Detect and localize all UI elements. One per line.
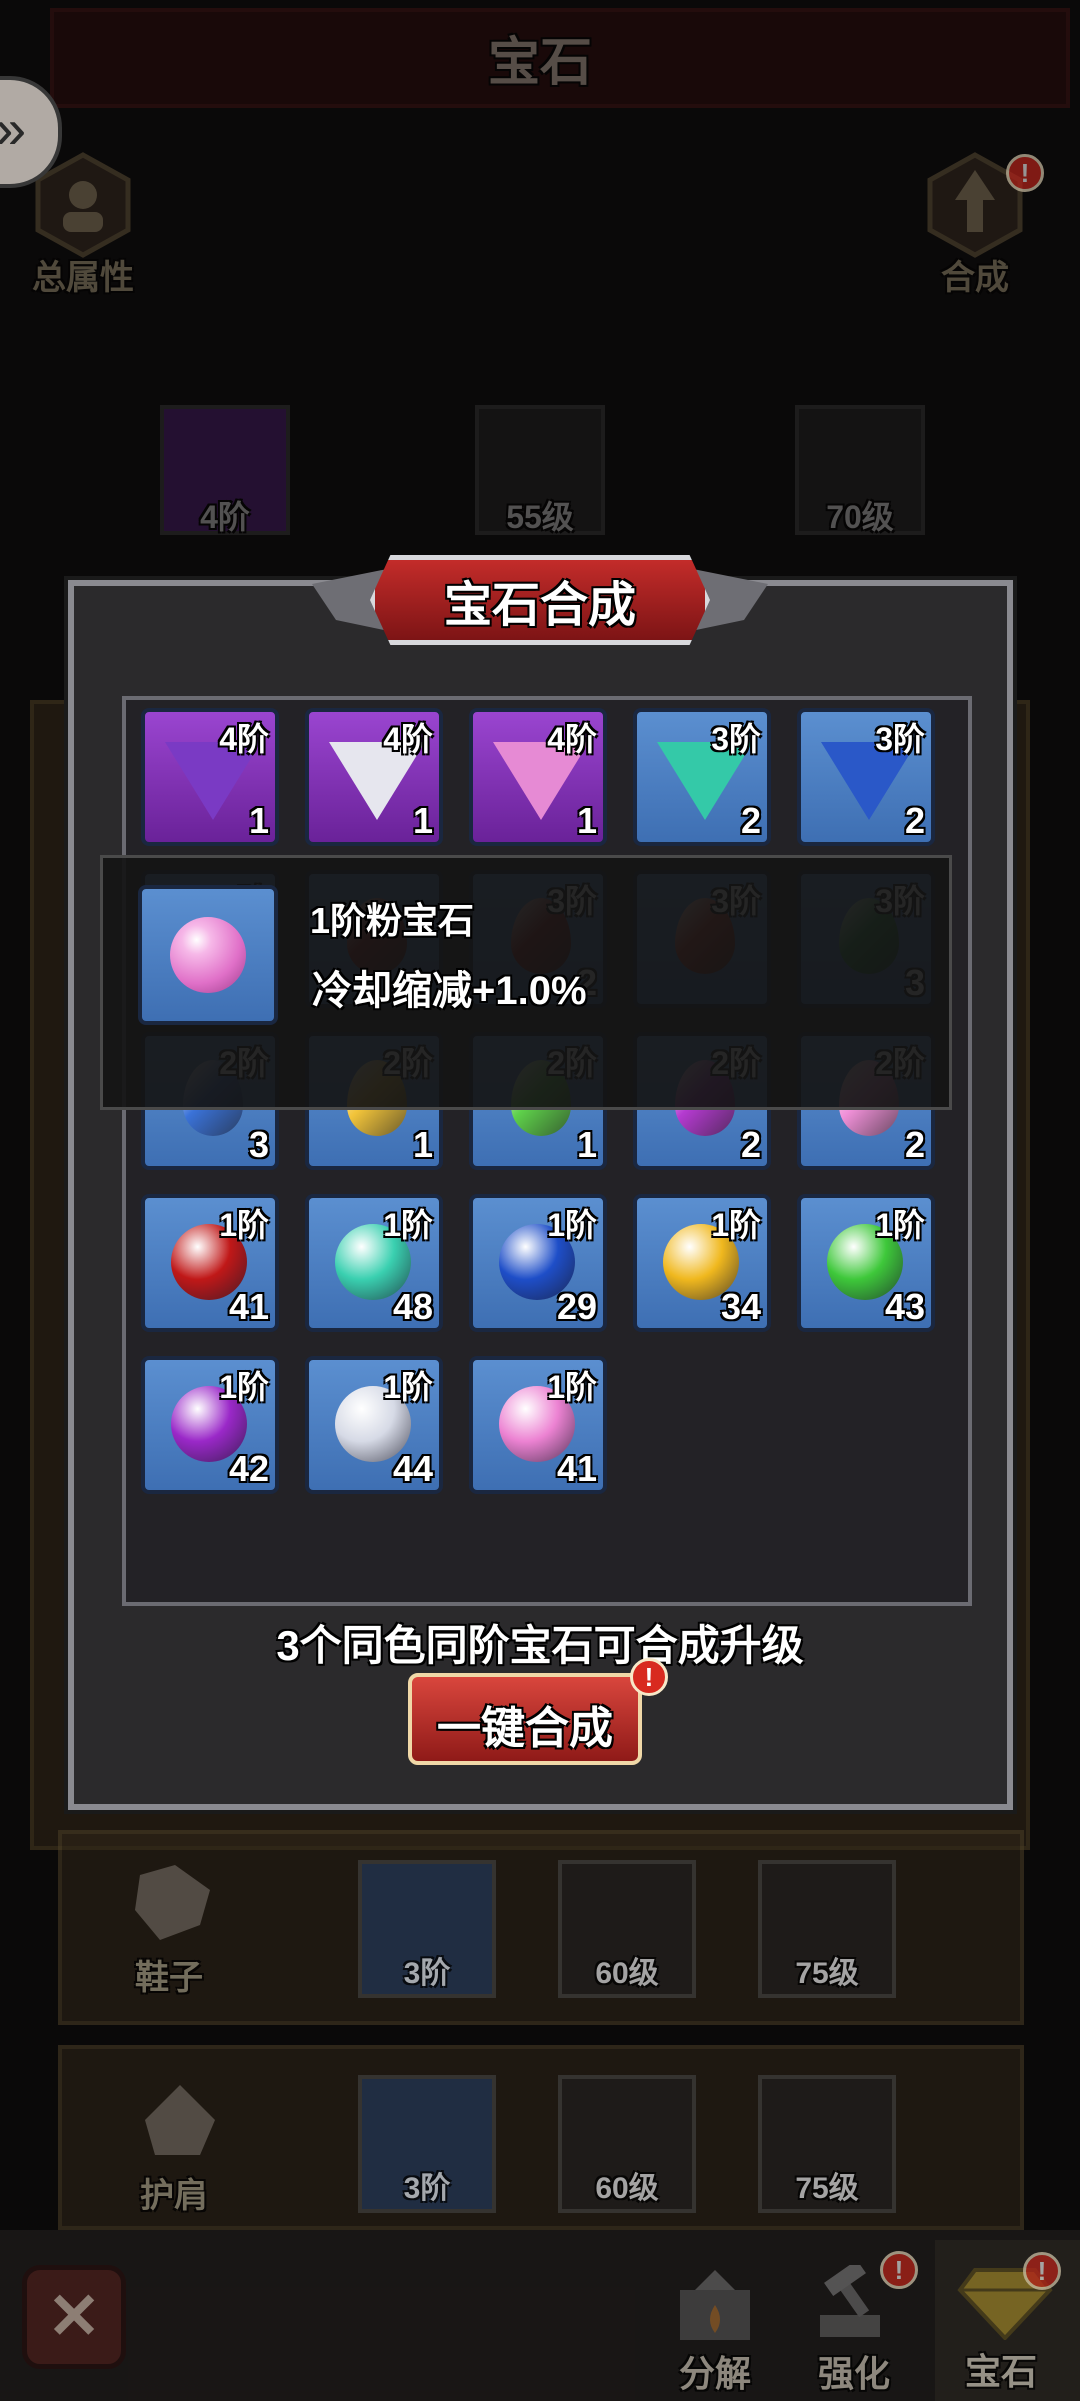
- gem-count-label: 2: [740, 1124, 761, 1165]
- gem-slot[interactable]: 1阶 43: [797, 1194, 935, 1332]
- merge-alert-icon: !: [630, 1658, 668, 1696]
- gem-slot[interactable]: 1阶 34: [633, 1194, 771, 1332]
- gem-count-label: 42: [228, 1448, 269, 1489]
- gem-tier-label: 4阶: [383, 721, 433, 757]
- gem-count-label: 29: [556, 1286, 597, 1327]
- gem-count-label: 1: [412, 1124, 433, 1165]
- gem-slot[interactable]: 1阶 44: [305, 1356, 443, 1494]
- gem-count-label: 48: [392, 1286, 433, 1327]
- gem-tier-label: 1阶: [547, 1207, 597, 1243]
- gem-count-label: 43: [884, 1286, 925, 1327]
- gem-slot[interactable]: 1阶 42: [141, 1356, 279, 1494]
- gem-slot[interactable]: 4阶 1: [305, 708, 443, 846]
- gem-count-label: 1: [248, 800, 269, 841]
- gem-tier-label: 1阶: [547, 1369, 597, 1405]
- gem-slot[interactable]: 1阶 41: [141, 1194, 279, 1332]
- gem-count-label: 41: [228, 1286, 269, 1327]
- gem-tier-label: 1阶: [875, 1207, 925, 1243]
- modal-title: 宝石合成: [443, 579, 636, 632]
- gem-slot[interactable]: 3阶 2: [633, 708, 771, 846]
- gem-count-label: 1: [576, 1124, 597, 1165]
- gem-count-label: 34: [720, 1286, 761, 1327]
- tooltip-gem-slot: [138, 885, 278, 1025]
- gem-slot[interactable]: 1阶 41: [469, 1356, 607, 1494]
- gem-count-label: 2: [904, 1124, 925, 1165]
- gem-tier-label: 1阶: [219, 1369, 269, 1405]
- gem-tier-label: 3阶: [875, 721, 925, 757]
- gem-slot[interactable]: 4阶 1: [141, 708, 279, 846]
- gem-tier-label: 4阶: [547, 721, 597, 757]
- gem-count-label: 44: [392, 1448, 433, 1489]
- gem-tier-label: 1阶: [711, 1207, 761, 1243]
- gem-slot[interactable]: 3阶 2: [797, 708, 935, 846]
- gem-count-label: 41: [556, 1448, 597, 1489]
- pink-gem-icon: [170, 917, 246, 993]
- gem-tier-label: 1阶: [383, 1369, 433, 1405]
- one-click-merge-label: 一键合成: [437, 1704, 613, 1753]
- gem-count-label: 2: [740, 800, 761, 841]
- synthesis-hint: 3个同色同阶宝石可合成升级: [276, 1622, 804, 1669]
- gem-tier-label: 1阶: [219, 1207, 269, 1243]
- gem-count-label: 3: [248, 1124, 269, 1165]
- gem-slot[interactable]: 1阶 48: [305, 1194, 443, 1332]
- gem-tier-label: 4阶: [219, 721, 269, 757]
- gem-slot[interactable]: 1阶 29: [469, 1194, 607, 1332]
- tooltip-gem-name: 1阶粉宝石: [310, 900, 475, 941]
- gem-count-label: 1: [412, 800, 433, 841]
- gem-slot[interactable]: 4阶 1: [469, 708, 607, 846]
- tooltip-gem-effect: 冷却缩减+1.0%: [312, 969, 587, 1013]
- gem-count-label: 2: [904, 800, 925, 841]
- gem-tier-label: 3阶: [711, 721, 761, 757]
- gem-tier-label: 1阶: [383, 1207, 433, 1243]
- gem-count-label: 1: [576, 800, 597, 841]
